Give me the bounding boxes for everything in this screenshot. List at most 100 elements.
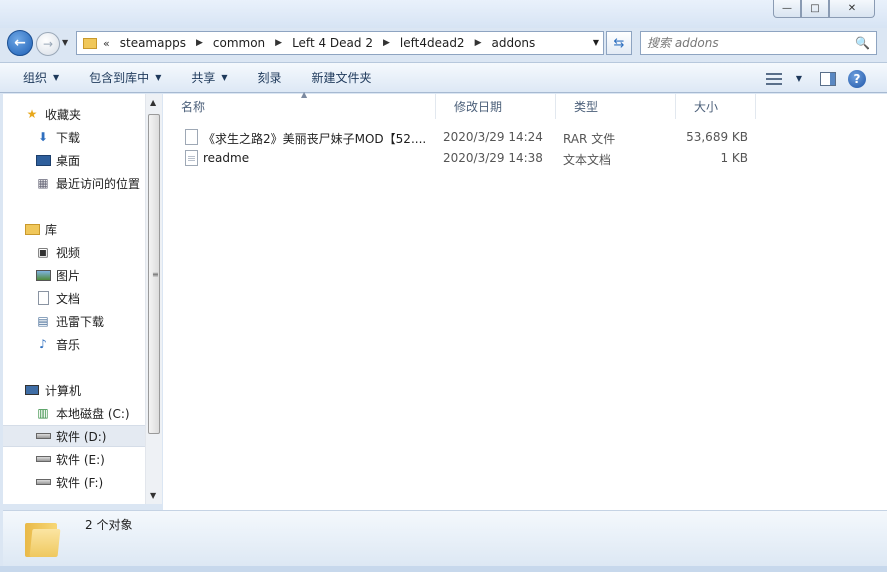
sidebar-item-label: 文档 [56,291,81,306]
sidebar-item-label: 本地磁盘 (C:) [56,406,130,421]
back-button[interactable]: ← [7,30,33,56]
forward-button[interactable]: → [36,32,60,56]
file-size: 53,689 KB [686,130,748,144]
organize-button[interactable]: 组织 ▼ [23,62,59,93]
breadcrumb-common[interactable]: common [213,36,265,50]
maximize-button[interactable]: □ [801,0,829,18]
sidebar-item-label: 迅雷下载 [56,314,105,329]
include-in-library-button[interactable]: 包含到库中 ▼ [89,62,161,93]
folder-icon [83,37,97,49]
desktop-icon [35,153,51,167]
details-pane: 2 个对象 [3,510,887,566]
sidebar-item-label: 音乐 [56,337,81,352]
recent-places-icon: ▦ [37,176,49,190]
close-button[interactable]: ✕ [829,0,875,18]
minimize-button[interactable]: — [773,0,801,18]
chevron-right-icon[interactable]: ▶ [383,38,390,48]
file-name: readme [203,151,250,165]
breadcrumb-left4dead2-game[interactable]: Left 4 Dead 2 [292,36,373,50]
sidebar-item-label: 软件 (D:) [56,429,107,444]
share-button[interactable]: 共享 ▼ [191,62,227,93]
file-name: 《求生之路2》美丽丧尸妹子MOD【52.... [203,132,427,146]
sidebar-item-label: 计算机 [45,383,82,398]
download-library-icon: ▤ [37,314,49,328]
chevron-right-icon[interactable]: ▶ [275,38,282,48]
folder-icon [25,519,61,557]
sidebar-item-recent[interactable]: ▦ 最近访问的位置 [3,172,145,194]
file-date: 2020/3/29 14:24 [443,130,543,144]
table-row[interactable]: readme 2020/3/29 14:38 文本文档 1 KB [163,148,887,169]
sidebar-item-libraries[interactable]: 库 [3,218,145,240]
grip-icon: ≡ [152,270,159,279]
change-view-button[interactable]: ▼ [765,63,802,94]
search-icon[interactable]: 🔍 [855,36,870,50]
new-folder-button[interactable]: 新建文件夹 [312,62,372,93]
sidebar-item-label: 库 [45,222,58,237]
file-type: 文本文档 [563,153,612,167]
command-bar: 组织 ▼ 包含到库中 ▼ 共享 ▼ 刻录 新建文件夹 ▼ ? [0,62,887,93]
preview-pane-icon[interactable] [820,71,836,86]
sidebar-item-drive-c[interactable]: ▥ 本地磁盘 (C:) [3,402,145,424]
sidebar-item-favorites[interactable]: ★ 收藏夹 [3,103,145,125]
sidebar-item-label: 收藏夹 [45,107,82,122]
chevron-down-icon: ▼ [53,73,60,82]
address-bar[interactable]: « steamapps ▶ common ▶ Left 4 Dead 2 ▶ l… [76,31,604,55]
refresh-button[interactable]: ⇆ [606,31,632,55]
sidebar-item-documents[interactable]: 文档 [3,287,145,309]
sidebar-item-desktop[interactable]: 桌面 [3,149,145,171]
sidebar-item-computer[interactable]: 计算机 [3,379,145,401]
burn-label: 刻录 [257,71,282,85]
video-icon: ▣ [37,245,49,259]
column-header-type[interactable]: 类型 [556,94,676,119]
breadcrumb-overflow[interactable]: « [103,37,110,50]
scrollbar-thumb[interactable]: ≡ [148,114,160,434]
new-folder-label: 新建文件夹 [311,71,372,85]
address-dropdown-icon[interactable]: ▼ [593,38,599,47]
sidebar-item-downloads[interactable]: ⬇ 下载 [3,126,145,148]
chevron-right-icon[interactable]: ▶ [475,38,482,48]
text-file-icon [185,150,198,166]
hard-drive-icon [35,475,51,489]
burn-button[interactable]: 刻录 [258,62,282,93]
navigation-pane[interactable]: ★ 收藏夹 ⬇ 下载 桌面 ▦ 最近访问的位置 库 ▣ 视频 图片 文档 ▤ 迅… [3,94,145,504]
item-count: 2 个对象 [85,518,133,532]
chevron-right-icon[interactable]: ▶ [196,38,203,48]
computer-icon [24,383,40,397]
hard-drive-icon [35,429,51,443]
column-header-size[interactable]: 大小 [676,94,756,119]
organize-label: 组织 [23,71,48,85]
sidebar-item-videos[interactable]: ▣ 视频 [3,241,145,263]
sidebar-item-label: 图片 [56,268,81,283]
file-type: RAR 文件 [563,132,616,146]
library-icon [24,222,40,236]
help-icon[interactable]: ? [848,69,866,88]
recent-pages-dropdown[interactable]: ▼ [62,38,68,47]
column-header-name[interactable]: 名称 [163,94,436,119]
search-box[interactable]: 🔍 [640,31,877,55]
breadcrumb-steamapps[interactable]: steamapps [120,36,186,50]
breadcrumb-left4dead2[interactable]: left4dead2 [400,36,465,50]
sidebar-item-label: 软件 (F:) [56,475,104,490]
sidebar-item-drive-f[interactable]: 软件 (F:) [3,471,145,493]
sidebar-item-music[interactable]: ♪ 音乐 [3,333,145,355]
scroll-down-icon[interactable]: ▼ [150,491,156,500]
title-bar: — □ ✕ [0,0,887,28]
sidebar-item-label: 下载 [56,130,81,145]
sidebar-item-xunlei[interactable]: ▤ 迅雷下载 [3,310,145,332]
sidebar-item-drive-d[interactable]: 软件 (D:) [3,425,145,447]
download-folder-icon: ⬇ [37,130,49,144]
sidebar-item-label: 软件 (E:) [56,452,105,467]
column-header-date[interactable]: 修改日期 [436,94,556,119]
sidebar-item-drive-e[interactable]: 软件 (E:) [3,448,145,470]
sidebar-item-pictures[interactable]: 图片 [3,264,145,286]
chevron-down-icon: ▼ [795,74,802,83]
scroll-up-icon[interactable]: ▲ [150,98,156,107]
navigation-scrollbar[interactable]: ▲ ≡ ▼ [145,94,162,504]
table-row[interactable]: 《求生之路2》美丽丧尸妹子MOD【52.... 2020/3/29 14:24 … [163,127,887,148]
chevron-down-icon: ▼ [155,73,162,82]
window-controls: — □ ✕ [773,0,875,18]
breadcrumb-addons[interactable]: addons [492,36,536,50]
search-input[interactable] [647,36,847,50]
details-view-icon [765,72,782,85]
file-list[interactable]: ▲ 名称 修改日期 类型 大小 《求生之路2》美丽丧尸妹子MOD【52.... … [163,90,887,510]
